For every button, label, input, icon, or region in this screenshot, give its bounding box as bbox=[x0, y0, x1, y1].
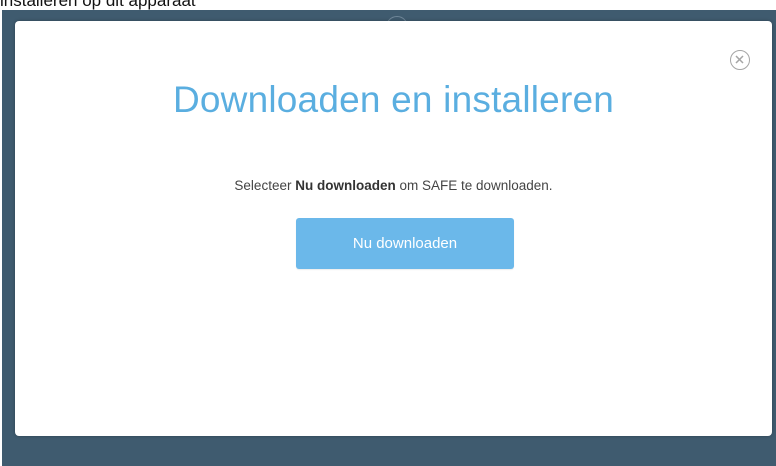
dialog-title: Downloaden en installeren bbox=[172, 79, 615, 120]
close-button[interactable] bbox=[730, 50, 750, 70]
download-now-button[interactable]: Nu downloaden bbox=[296, 218, 514, 269]
instruction-prefix: Selecteer bbox=[234, 178, 296, 193]
download-dialog: Downloaden en installeren Selecteer Nu d… bbox=[15, 21, 772, 436]
close-icon bbox=[735, 55, 744, 64]
instruction-text: Selecteer Nu downloaden om SAFE te downl… bbox=[15, 178, 772, 193]
instruction-bold: Nu downloaden bbox=[295, 178, 396, 193]
instruction-suffix: om SAFE te downloaden. bbox=[395, 178, 553, 193]
